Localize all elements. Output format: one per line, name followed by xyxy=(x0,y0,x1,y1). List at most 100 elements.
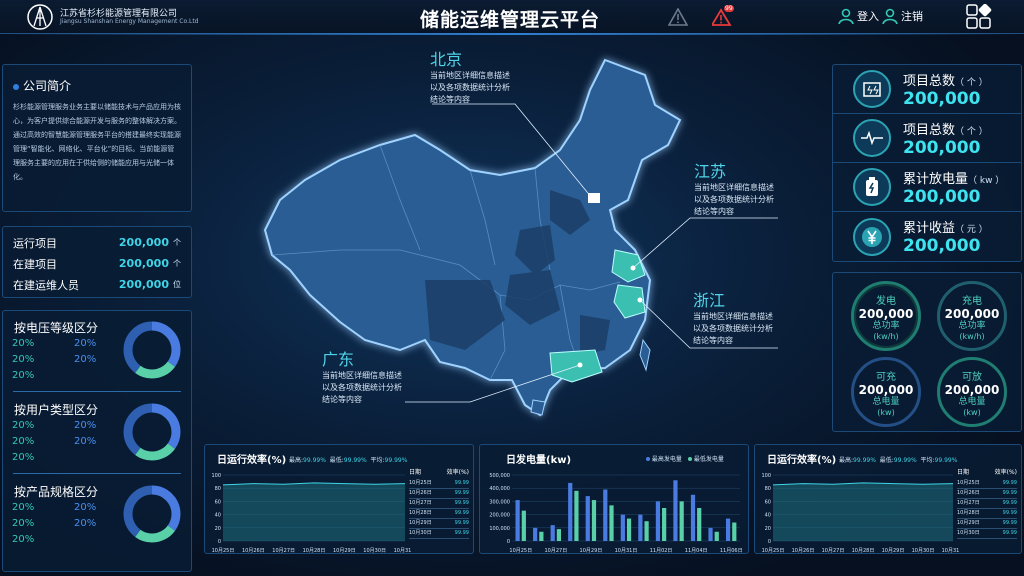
city-name: 北京 xyxy=(430,50,463,69)
x-tick-label: 10月30日 xyxy=(912,548,935,554)
y-tick-label: 0 xyxy=(507,539,510,545)
kpi-label-text: 项目总数 xyxy=(903,122,956,138)
meta-value: 99.99% xyxy=(384,457,408,464)
city-callout-guangdong[interactable]: 广东 当前地区详细信息描述 以及各项数据统计分析 结论等内容 xyxy=(322,346,402,406)
y-tick-label: 100,000 xyxy=(489,526,510,532)
city-name: 浙江 xyxy=(693,291,726,310)
yen-icon xyxy=(853,217,891,256)
meta-value: 99.99% xyxy=(893,457,917,464)
city-name: 广东 xyxy=(322,350,355,369)
y-tick-label: 60 xyxy=(215,499,221,505)
bar xyxy=(662,508,667,541)
y-tick-label: 40 xyxy=(215,513,221,519)
bar xyxy=(679,501,684,541)
efficiency-table: 日期 效率(%) 10月25日 99.99 10月26日 99.99 10月27日 99.99… xyxy=(957,467,1017,539)
ring-value: 200,000 xyxy=(944,306,1000,321)
table-cell-date: 10月29日 xyxy=(409,520,432,526)
category-groups: 按电压等级区分 20% 20% 20% 20% 20% 按用户类型区分 20% 20% 20% 20… xyxy=(2,310,192,572)
kpi-item: 项目总数（ 个 ） 200,000 xyxy=(833,65,1021,114)
ring-top: 可放 xyxy=(962,371,982,383)
table-head-eff: 效率(%) xyxy=(994,469,1017,476)
city-desc-line: 结论等内容 xyxy=(693,336,733,345)
category-title: 按产品规格区分 xyxy=(14,485,99,499)
generation-bar-chart: 0 100,000 200,000 300,000 400,000 500,000 10月2… xyxy=(489,473,742,554)
y-tick-label: 300,000 xyxy=(489,499,510,505)
x-tick-label: 10月29日 xyxy=(333,548,356,554)
city-callout-zhejiang[interactable]: 浙江 当前地区详细信息描述 以及各项数据统计分析 结论等内容 xyxy=(693,287,773,347)
alarm-badge: 99 xyxy=(724,5,734,12)
table-row: 10月26日 99.99 xyxy=(957,489,1017,499)
legend-label: 最低发电量 xyxy=(693,456,724,463)
user-icon xyxy=(838,8,854,24)
category-percent: 20% xyxy=(12,518,35,529)
kpi-panel: 项目总数（ 个 ） 200,000 项目总数（ 个 ） 200,000 累计放电量（… xyxy=(832,64,1022,262)
kpi-label-text: 累计收益 xyxy=(903,221,956,236)
ring-sub: 总电量 xyxy=(958,396,986,407)
meta-label: 平均: xyxy=(370,457,385,464)
logout-button[interactable]: 注销 xyxy=(882,8,923,24)
stat-value: 200,000 xyxy=(118,236,169,249)
login-button[interactable]: 登入 xyxy=(838,8,879,24)
kpi-item: 累计收益（ 元 ） 200,000 xyxy=(833,212,1021,261)
alarm-button[interactable]: 99 xyxy=(710,5,734,26)
category-group: 按产品规格区分 20% 20% 20% 20% 20% xyxy=(2,474,192,556)
x-tick-label: 10月29日 xyxy=(882,548,905,554)
table-row: 10月30日 99.99 xyxy=(409,529,469,539)
category-title: 按用户类型区分 xyxy=(14,403,99,417)
hainan-region xyxy=(530,399,546,416)
stat-label: 在建项目 xyxy=(13,257,57,271)
y-tick-label: 40 xyxy=(765,513,771,519)
efficiency-chart-panel-1: 日运行效率(%) 最高:99.99% 最低:99.99% 平均:99.99% 0… xyxy=(204,444,474,554)
beijing-region[interactable] xyxy=(588,193,600,203)
table-row: 10月28日 99.99 xyxy=(409,509,469,519)
x-tick-label: 10月27日 xyxy=(544,548,567,554)
login-label: 登入 xyxy=(857,10,879,23)
table-cell-date: 10月30日 xyxy=(957,530,980,536)
china-map xyxy=(263,58,682,417)
table-head-date: 日期 xyxy=(957,469,970,476)
company-intro-panel: 公司简介 杉杉能源管理服务业务主要以储能技术与产品应用为核心，为客户提供综合能源… xyxy=(2,64,192,212)
chart-title: 日运行效率(%) xyxy=(217,455,287,466)
intro-text: 杉杉能源管理服务业务主要以储能技术与产品应用为核心，为客户提供综合能源开发与服务… xyxy=(13,103,181,181)
ring-unit: (kw/h) xyxy=(959,331,985,341)
table-cell-value: 99.99 xyxy=(454,520,469,526)
bar xyxy=(732,522,737,541)
ring-sub: 总电量 xyxy=(872,396,900,407)
company-logo-icon xyxy=(27,4,53,30)
kpi-unit: （ 个 ） xyxy=(955,126,988,137)
warning-icon[interactable] xyxy=(668,8,688,26)
city-desc-line: 以及各项数据统计分析 xyxy=(694,195,774,204)
y-tick-label: 100 xyxy=(211,473,221,479)
table-header: 日期 效率(%) xyxy=(409,467,469,476)
stat-unit: 个 xyxy=(173,259,181,268)
guangdong-region[interactable] xyxy=(549,349,603,383)
x-tick-label: 10月25日 xyxy=(762,548,785,554)
y-tick-label: 200,000 xyxy=(489,513,510,519)
city-callout-jiangsu[interactable]: 江苏 当前地区详细信息描述 以及各项数据统计分析 结论等内容 xyxy=(694,158,774,218)
bar xyxy=(708,527,713,541)
city-desc-line: 当前地区详细信息描述 xyxy=(322,371,402,380)
table-cell-date: 10月28日 xyxy=(957,510,980,516)
app-grid-icon[interactable] xyxy=(966,4,992,30)
ring-gen-power: 发电 200,000 总功率 (kw/h) xyxy=(851,281,921,351)
table-cell-date: 10月26日 xyxy=(957,490,980,496)
taiwan-region xyxy=(639,338,651,372)
category-percent: 20% xyxy=(74,518,97,529)
kpi-value: 200,000 xyxy=(903,236,981,256)
bar xyxy=(585,496,590,541)
efficiency-area-chart: 0 20 40 60 80 100 10月25日 10月26日 10月27日 10月28日 10月2… xyxy=(761,473,959,554)
city-desc-line: 当前地区详细信息描述 xyxy=(694,183,774,192)
meta-label: 平均: xyxy=(920,457,935,464)
stat-value: 200,000 xyxy=(118,278,169,291)
ring-value: 200,000 xyxy=(944,382,1000,397)
table-cell-value: 99.99 xyxy=(454,490,469,496)
x-tick-label: 10月25日 xyxy=(509,548,532,554)
x-tick-label: 10月31日 xyxy=(615,548,638,554)
ring-unit: (kw) xyxy=(877,407,895,417)
y-tick-label: 60 xyxy=(765,499,771,505)
table-cell-date: 10月25日 xyxy=(957,480,980,486)
ring-top: 充电 xyxy=(962,295,982,307)
bar xyxy=(620,514,625,541)
table-row: 10月27日 99.99 xyxy=(409,499,469,509)
city-callout-beijing[interactable]: 北京 当前地区详细信息描述 以及各项数据统计分析 结论等内容 xyxy=(430,46,510,106)
